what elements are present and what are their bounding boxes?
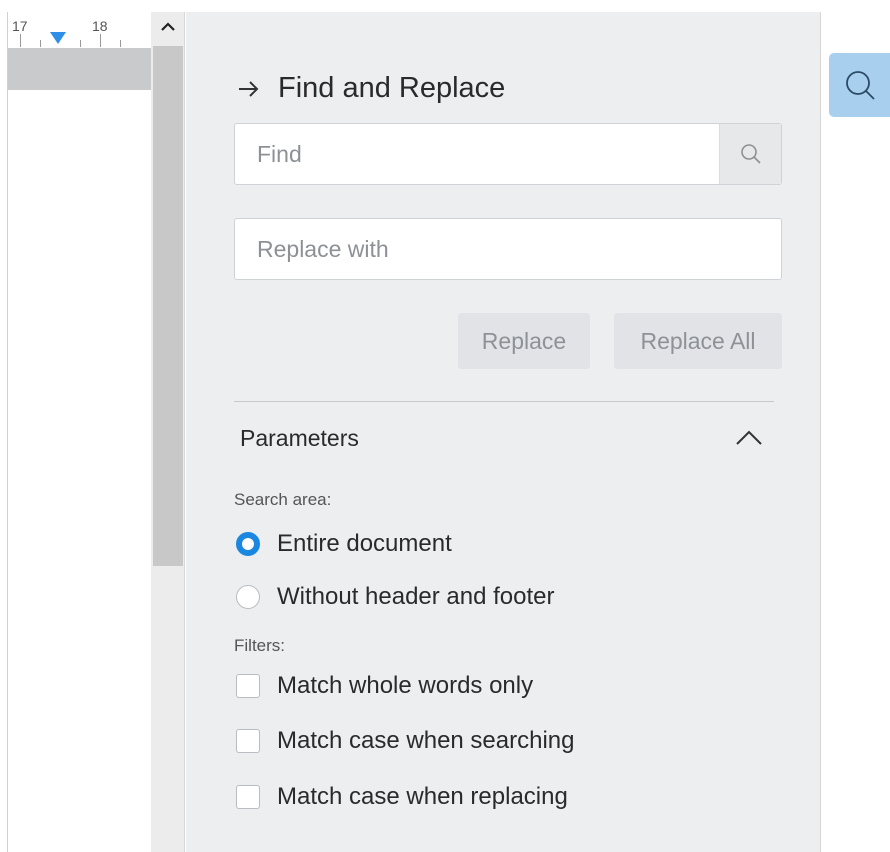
radio-entire-document[interactable]: Entire document xyxy=(236,530,452,558)
vertical-scrollbar[interactable] xyxy=(151,12,185,852)
parameters-header[interactable]: Parameters xyxy=(240,420,764,456)
find-replace-panel: Find and Replace Replace Replace All Par… xyxy=(186,12,820,852)
ruler-margin-band xyxy=(8,48,152,90)
ruler-tick xyxy=(20,34,21,47)
replace-all-button[interactable]: Replace All xyxy=(614,313,782,369)
right-sidebar xyxy=(820,12,890,852)
checkbox[interactable] xyxy=(236,785,260,809)
chevron-up-icon[interactable] xyxy=(734,429,764,447)
radio-label: Entire document xyxy=(277,530,452,557)
arrow-right-icon[interactable] xyxy=(238,79,260,99)
horizontal-ruler[interactable]: 17 18 xyxy=(8,12,152,48)
radio-button[interactable] xyxy=(236,585,260,609)
radio-button-selected[interactable] xyxy=(236,532,260,556)
find-field[interactable] xyxy=(234,123,782,185)
checkbox[interactable] xyxy=(236,674,260,698)
radio-label: Without header and footer xyxy=(277,583,555,610)
chevron-up-icon xyxy=(161,22,175,31)
parameters-label: Parameters xyxy=(240,424,359,451)
ruler-tick xyxy=(80,40,81,47)
find-search-button[interactable] xyxy=(719,124,781,184)
filters-label: Filters: xyxy=(234,636,285,655)
checkbox-match-case-replacing[interactable]: Match case when replacing xyxy=(236,783,568,811)
search-area-label: Search area: xyxy=(234,490,332,509)
radio-without-header-footer[interactable]: Without header and footer xyxy=(236,583,555,611)
document-area[interactable]: 17 18 xyxy=(7,12,152,852)
ruler-tick xyxy=(100,34,101,47)
replace-button[interactable]: Replace xyxy=(458,313,590,369)
ruler-tick xyxy=(120,40,121,47)
checkbox-match-case-searching[interactable]: Match case when searching xyxy=(236,727,575,755)
checkbox-label: Match case when searching xyxy=(277,727,575,754)
scroll-thumb[interactable] xyxy=(153,46,183,566)
search-icon xyxy=(846,71,875,100)
replace-field[interactable] xyxy=(234,218,782,280)
find-replace-toggle-button[interactable] xyxy=(829,53,890,117)
find-input[interactable] xyxy=(235,124,715,184)
checkbox-match-whole-words[interactable]: Match whole words only xyxy=(236,672,533,700)
checkbox-label: Match whole words only xyxy=(277,672,534,699)
ruler-tick xyxy=(40,40,41,47)
divider xyxy=(234,401,774,402)
panel-title: Find and Replace xyxy=(278,72,506,104)
scroll-up-button[interactable] xyxy=(151,12,185,42)
ruler-mark-17: 17 xyxy=(12,18,28,34)
checkbox[interactable] xyxy=(236,729,260,753)
checkbox-label: Match case when replacing xyxy=(277,783,568,810)
panel-header: Find and Replace xyxy=(238,72,505,105)
ruler-mark-18: 18 xyxy=(92,18,108,34)
replace-input[interactable] xyxy=(235,219,775,279)
indent-marker[interactable] xyxy=(50,32,66,44)
search-icon xyxy=(740,144,761,164)
